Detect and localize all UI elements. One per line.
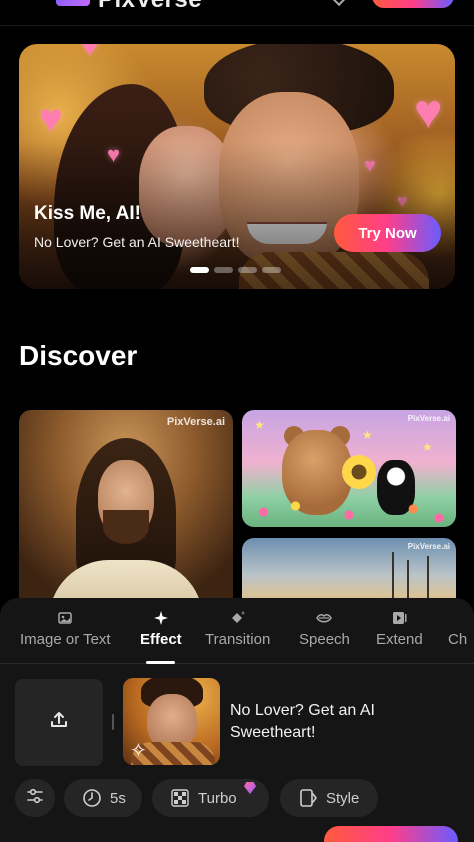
carousel-dot[interactable] [262,267,281,273]
turbo-checker-icon [170,788,190,808]
duration-selector[interactable]: 5s [64,779,142,817]
upload-icon [48,709,70,736]
try-now-button[interactable]: Try Now [334,214,441,252]
tab-character[interactable]: Ch [448,610,467,662]
hero-subtitle: No Lover? Get an AI Sweetheart! [34,234,240,250]
watermark: PixVerse.ai [407,414,450,423]
tab-effect[interactable]: Effect [140,610,182,662]
hero-title: Kiss Me, AI! [34,203,141,224]
tab-extend[interactable]: Extend [376,610,423,662]
card-image-sunflower [342,455,376,489]
tab-transition[interactable]: Transition [205,610,270,662]
character-icon [450,610,466,626]
effect-thumbnail[interactable]: ✧ [123,678,220,765]
settings-button[interactable] [15,779,55,817]
hero-overlay [19,44,455,289]
sliders-icon [25,786,45,810]
pixverse-logo-icon [56,0,90,6]
clock-icon [82,788,102,808]
tab-label: Effect [140,631,182,648]
effect-prompt-text: No Lover? Get an AI Sweetheart! [230,702,375,741]
diamond-sparkle-icon [230,610,246,626]
active-tab-indicator [146,661,175,664]
card-image-flowers [242,497,456,527]
top-upgrade-button[interactable] [372,0,454,8]
tab-label: Image or Text [20,631,111,648]
tab-speech[interactable]: Speech [299,610,350,662]
create-button[interactable] [324,826,458,842]
hero-banner[interactable]: ♥ ♥ ♥ ♥ ♥ ♥ Kiss Me, AI! No Lover? Get a… [19,44,455,289]
mode-tabs: Image or Text Effect Transition Speech E… [0,598,474,664]
star-icon: ★ [422,440,433,454]
carousel-dot[interactable] [214,267,233,273]
mode-value: Turbo [198,789,237,807]
style-selector[interactable]: Style [280,779,378,817]
chevron-down-icon[interactable] [331,0,347,7]
carousel-dot[interactable] [190,267,209,273]
discover-card[interactable]: ★ ★ ★ PixVerse.ai [242,410,456,527]
create-panel: Image or Text Effect Transition Speech E… [0,598,474,842]
tab-label: Transition [205,631,271,648]
watermark: PixVerse.ai [407,542,450,551]
discover-title: Discover [19,340,138,371]
tab-label: Extend [376,631,423,648]
extend-icon [391,610,407,626]
lips-icon [316,610,333,626]
sparkle-icon [153,610,169,626]
carousel-dot[interactable] [238,267,257,273]
star-icon: ★ [362,428,373,442]
star-icon: ★ [254,418,265,432]
tab-label: Ch [448,631,468,648]
discover-card[interactable]: PixVerse.ai [19,410,233,620]
top-app-bar: PixVerse [0,0,474,26]
watermark: PixVerse.ai [166,416,225,428]
divider [112,714,114,730]
style-label: Style [326,789,360,807]
tab-label: Speech [299,631,350,648]
carousel-indicator [190,267,281,273]
image-icon [57,610,73,626]
app-name: PixVerse [98,0,202,14]
duration-value: 5s [110,789,126,807]
sparkle-icon: ✧ [130,740,147,762]
card-image-beard [103,510,149,544]
style-icon [298,788,318,808]
tab-image-or-text[interactable]: Image or Text [20,610,111,662]
upload-image-button[interactable] [15,679,103,766]
